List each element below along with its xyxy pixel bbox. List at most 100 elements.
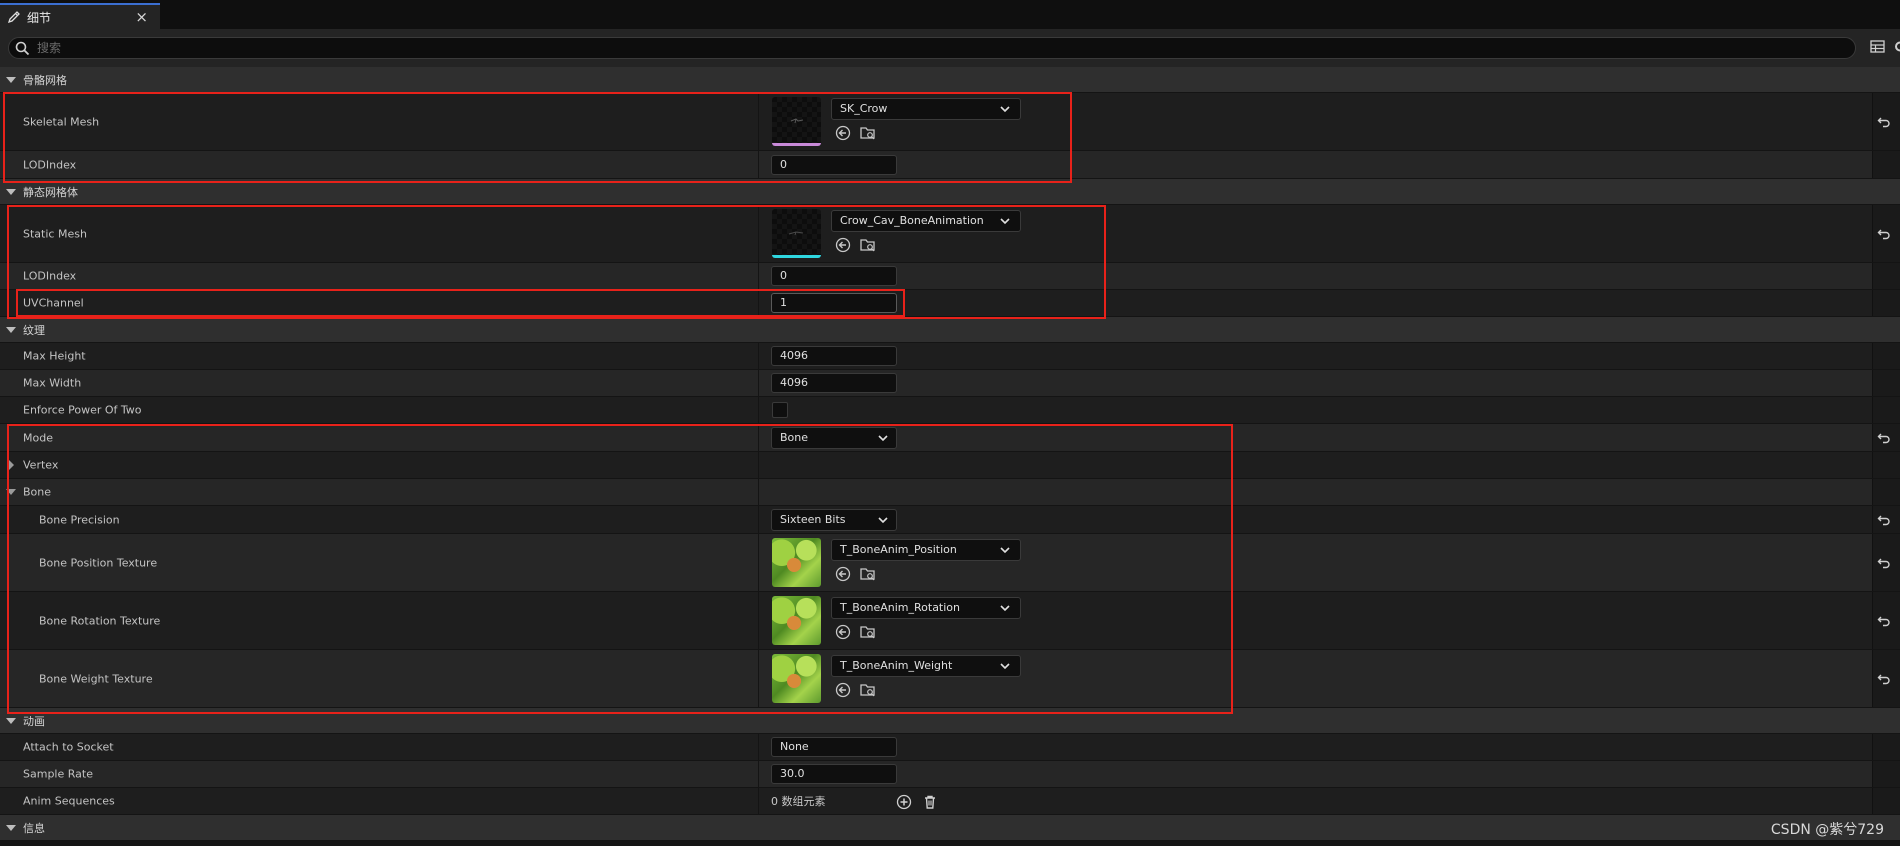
asset-thumbnail[interactable] bbox=[772, 208, 821, 258]
asset-name: T_BoneAnim_Position bbox=[840, 543, 957, 556]
section-texture[interactable]: 纹理 bbox=[0, 317, 1900, 343]
row-mode: Mode Bone bbox=[0, 424, 1900, 452]
property-label: Bone bbox=[23, 485, 52, 499]
mode-dropdown[interactable]: Bone bbox=[771, 426, 897, 449]
property-label: LODIndex bbox=[23, 158, 77, 171]
max-height-input[interactable]: 4096 bbox=[771, 346, 897, 366]
bone-precision-dropdown[interactable]: Sixteen Bits bbox=[771, 508, 897, 531]
reset-to-default-icon[interactable] bbox=[1877, 513, 1891, 527]
asset-thumbnail[interactable] bbox=[772, 96, 821, 146]
use-selected-arrow-icon[interactable] bbox=[835, 566, 851, 582]
row-enforce-power-of-two: Enforce Power Of Two bbox=[0, 397, 1900, 424]
asset-name: SK_Crow bbox=[840, 102, 888, 115]
reset-to-default-icon[interactable] bbox=[1877, 227, 1891, 241]
property-label: Enforce Power Of Two bbox=[23, 403, 142, 417]
property-label: Bone Precision bbox=[39, 513, 120, 526]
row-static-lodindex: LODIndex 0 bbox=[0, 263, 1900, 290]
property-label: Sample Rate bbox=[23, 767, 93, 781]
chevron-down-icon bbox=[1000, 605, 1010, 612]
sample-rate-input[interactable]: 30.0 bbox=[771, 764, 897, 784]
property-label: Bone Rotation Texture bbox=[39, 614, 161, 627]
row-anim-sequences: Anim Sequences 0 数组元素 bbox=[0, 788, 1900, 815]
browse-folder-icon[interactable] bbox=[860, 566, 876, 582]
reset-to-default-icon[interactable] bbox=[1877, 115, 1891, 129]
reset-to-default-icon[interactable] bbox=[1877, 672, 1891, 686]
row-bone-precision: Bone Precision Sixteen Bits bbox=[0, 506, 1900, 534]
use-selected-arrow-icon[interactable] bbox=[835, 624, 851, 640]
mode-value: Bone bbox=[780, 430, 809, 444]
use-selected-arrow-icon[interactable] bbox=[835, 237, 851, 253]
search-input[interactable] bbox=[37, 40, 1837, 56]
browse-folder-icon[interactable] bbox=[860, 125, 876, 141]
reset-to-default-icon[interactable] bbox=[1877, 614, 1891, 628]
pencil-icon bbox=[7, 11, 20, 24]
reset-to-default-icon[interactable] bbox=[1877, 556, 1891, 570]
texture-thumbnail[interactable] bbox=[772, 653, 821, 703]
texture-thumbnail[interactable] bbox=[772, 537, 821, 587]
property-label: Anim Sequences bbox=[23, 794, 115, 808]
asset-picker-dropdown[interactable]: T_BoneAnim_Position bbox=[831, 539, 1021, 561]
expanded-arrow-icon[interactable] bbox=[6, 489, 16, 495]
property-label: Bone Position Texture bbox=[39, 556, 158, 569]
property-label: Mode bbox=[23, 431, 53, 444]
attach-socket-input[interactable]: None bbox=[771, 737, 897, 757]
row-bone-group[interactable]: Bone bbox=[0, 479, 1900, 506]
row-sample-rate: Sample Rate 30.0 bbox=[0, 761, 1900, 788]
section-title: 骨骼网格 bbox=[23, 73, 67, 87]
trash-icon[interactable] bbox=[922, 794, 938, 810]
table-view-icon[interactable] bbox=[1870, 39, 1885, 54]
property-label: LODIndex bbox=[23, 269, 77, 283]
close-icon[interactable]: × bbox=[135, 8, 148, 26]
section-info[interactable]: 信息 bbox=[0, 815, 1900, 841]
search-bar bbox=[0, 29, 1900, 67]
expand-arrow-icon[interactable] bbox=[6, 717, 16, 724]
lodindex-input[interactable]: 0 bbox=[771, 154, 897, 175]
chevron-down-icon bbox=[1000, 106, 1010, 113]
property-label: Max Width bbox=[23, 376, 82, 390]
max-width-input[interactable]: 4096 bbox=[771, 373, 897, 393]
row-skeletal-lodindex: LODIndex 0 bbox=[0, 151, 1900, 179]
expand-arrow-icon[interactable] bbox=[6, 326, 16, 333]
collapsed-arrow-icon[interactable] bbox=[9, 460, 14, 470]
crow-mesh-icon bbox=[788, 230, 804, 235]
section-title: 信息 bbox=[23, 821, 45, 835]
lodindex-input[interactable]: 0 bbox=[771, 266, 897, 286]
asset-picker-dropdown[interactable]: T_BoneAnim_Rotation bbox=[831, 597, 1021, 619]
asset-picker-dropdown[interactable]: Crow_Cav_BoneAnimation bbox=[831, 210, 1021, 232]
browse-folder-icon[interactable] bbox=[860, 237, 876, 253]
property-label: Attach to Socket bbox=[23, 740, 114, 754]
enforce-power-of-two-checkbox[interactable] bbox=[772, 402, 788, 418]
details-panel: 细节 × 骨骼网格 Skeletal Mesh SK_Crow LODInd bbox=[0, 0, 1900, 846]
browse-folder-icon[interactable] bbox=[860, 682, 876, 698]
browse-folder-icon[interactable] bbox=[860, 624, 876, 640]
chevron-down-icon bbox=[878, 434, 888, 441]
property-label: Vertex bbox=[23, 458, 59, 472]
tab-details[interactable]: 细节 × bbox=[0, 3, 160, 29]
expand-arrow-icon[interactable] bbox=[6, 824, 16, 831]
tab-bar: 细节 × bbox=[0, 0, 1900, 29]
texture-thumbnail[interactable] bbox=[772, 595, 821, 645]
chevron-down-icon bbox=[1000, 547, 1010, 554]
reset-to-default-icon[interactable] bbox=[1877, 431, 1891, 445]
section-skeletal-mesh[interactable]: 骨骼网格 bbox=[0, 67, 1900, 93]
asset-picker-dropdown[interactable]: T_BoneAnim_Weight bbox=[831, 655, 1021, 677]
use-selected-arrow-icon[interactable] bbox=[835, 682, 851, 698]
section-static-mesh[interactable]: 静态网格体 bbox=[0, 179, 1900, 205]
expand-arrow-icon[interactable] bbox=[6, 188, 16, 195]
property-label: Max Height bbox=[23, 349, 86, 363]
section-animation[interactable]: 动画 bbox=[0, 708, 1900, 734]
settings-gear-icon[interactable] bbox=[1893, 39, 1900, 54]
section-title: 动画 bbox=[23, 714, 45, 728]
row-vertex-group[interactable]: Vertex bbox=[0, 452, 1900, 479]
row-uvchannel: UVChannel 1 bbox=[0, 290, 1900, 317]
add-element-icon[interactable] bbox=[896, 794, 912, 810]
expand-arrow-icon[interactable] bbox=[6, 76, 16, 83]
search-box[interactable] bbox=[8, 37, 1856, 59]
asset-picker-dropdown[interactable]: SK_Crow bbox=[831, 98, 1021, 120]
chevron-down-icon bbox=[878, 516, 888, 523]
uvchannel-input[interactable]: 1 bbox=[771, 293, 897, 313]
use-selected-arrow-icon[interactable] bbox=[835, 125, 851, 141]
property-label: Static Mesh bbox=[23, 227, 87, 240]
section-title: 静态网格体 bbox=[23, 185, 78, 199]
section-title: 纹理 bbox=[23, 323, 45, 337]
